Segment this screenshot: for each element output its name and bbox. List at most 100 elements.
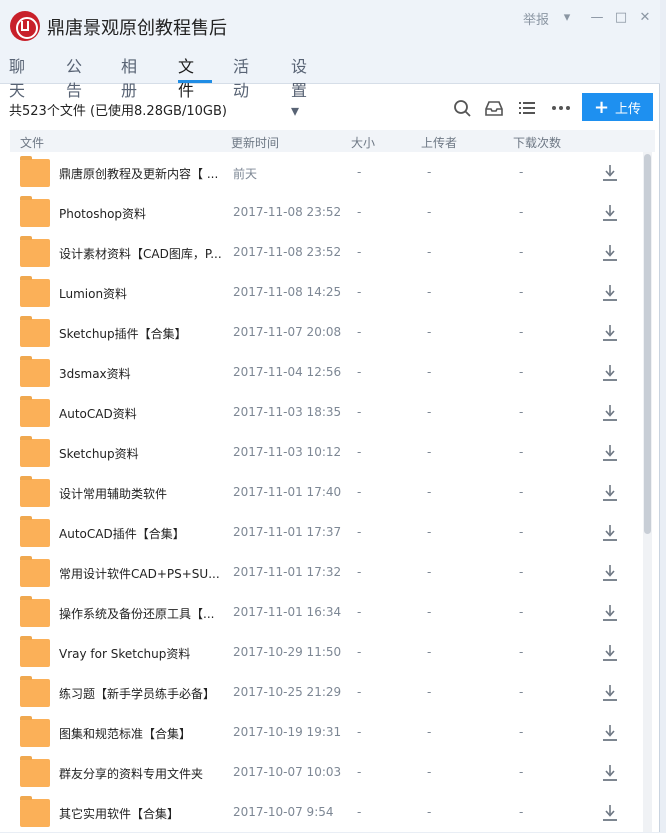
download-icon[interactable] (602, 484, 618, 502)
file-size: - (357, 805, 362, 819)
file-download-count: - (519, 405, 524, 419)
file-name[interactable]: 常用设计软件CAD+PS+SU... (59, 565, 227, 582)
file-row[interactable]: Lumion资料 2017-11-08 14:25 - - - (10, 273, 635, 313)
search-icon[interactable] (451, 97, 473, 119)
download-icon[interactable] (602, 244, 618, 262)
file-row[interactable]: 图集和规范标准【合集】 2017-10-19 19:31 - - - (10, 713, 635, 753)
list-view-icon[interactable] (516, 97, 538, 119)
download-icon[interactable] (602, 684, 618, 702)
download-icon[interactable] (602, 524, 618, 542)
more-icon[interactable] (550, 97, 572, 119)
file-updated-time: 2017-10-25 21:29 (233, 685, 342, 699)
vertical-scrollbar[interactable] (643, 152, 652, 832)
file-row[interactable]: 设计素材资料【CAD图库，P... 2017-11-08 23:52 - - - (10, 233, 635, 273)
file-uploader: - (427, 645, 432, 659)
file-updated-time: 2017-11-03 10:12 (233, 445, 342, 459)
file-name[interactable]: 设计常用辅助类软件 (59, 485, 227, 502)
file-row[interactable]: Sketchup插件【合集】 2017-11-07 20:08 - - - (10, 313, 635, 353)
file-size: - (357, 245, 362, 259)
folder-icon (20, 396, 50, 427)
file-name[interactable]: Sketchup资料 (59, 445, 227, 462)
file-name[interactable]: 设计素材资料【CAD图库，P... (59, 245, 227, 262)
file-name[interactable]: 鼎唐原创教程及更新内容【 ... (59, 165, 227, 182)
download-icon[interactable] (602, 324, 618, 342)
file-uploader: - (427, 405, 432, 419)
inbox-icon[interactable] (483, 97, 505, 119)
file-size: - (357, 365, 362, 379)
close-button[interactable]: ✕ (634, 6, 656, 28)
tab-announcement[interactable]: 公告 (66, 53, 82, 100)
file-download-count: - (519, 605, 524, 619)
file-row[interactable]: 其它实用软件【合集】 2017-10-07 9:54 - - - (10, 793, 635, 833)
column-uploader[interactable]: 上传者 (421, 134, 457, 151)
file-download-count: - (519, 245, 524, 259)
tab-chat[interactable]: 聊天 (9, 53, 25, 100)
folder-icon (20, 516, 50, 547)
tab-activity[interactable]: 活动 (233, 53, 249, 100)
file-name[interactable]: Lumion资料 (59, 285, 227, 302)
file-row[interactable]: Sketchup资料 2017-11-03 10:12 - - - (10, 433, 635, 473)
download-icon[interactable] (602, 604, 618, 622)
download-icon[interactable] (602, 764, 618, 782)
file-row[interactable]: 群友分享的资料专用文件夹 2017-10-07 10:03 - - - (10, 753, 635, 793)
minimize-button[interactable]: — (586, 6, 608, 28)
tab-album[interactable]: 相册 (121, 53, 137, 100)
folder-icon (20, 756, 50, 787)
file-row[interactable]: 鼎唐原创教程及更新内容【 ... 前天 - - - (10, 153, 635, 193)
column-size[interactable]: 大小 (351, 134, 375, 151)
column-updated[interactable]: 更新时间 (231, 134, 279, 151)
file-uploader: - (427, 285, 432, 299)
file-name[interactable]: 图集和规范标准【合集】 (59, 725, 227, 742)
file-row[interactable]: Photoshop资料 2017-11-08 23:52 - - - (10, 193, 635, 233)
file-row[interactable]: AutoCAD资料 2017-11-03 18:35 - - - (10, 393, 635, 433)
file-row[interactable]: Vray for Sketchup资料 2017-10-29 11:50 - - - (10, 633, 635, 673)
download-icon[interactable] (602, 164, 618, 182)
file-name[interactable]: 群友分享的资料专用文件夹 (59, 765, 227, 782)
file-download-count: - (519, 805, 524, 819)
download-icon[interactable] (602, 284, 618, 302)
file-updated-time: 2017-11-07 20:08 (233, 325, 342, 339)
column-file[interactable]: 文件 (20, 134, 44, 151)
file-row[interactable]: 设计常用辅助类软件 2017-11-01 17:40 - - - (10, 473, 635, 513)
file-uploader: - (427, 165, 432, 179)
file-row[interactable]: 常用设计软件CAD+PS+SU... 2017-11-01 17:32 - - - (10, 553, 635, 593)
download-icon[interactable] (602, 644, 618, 662)
download-icon[interactable] (602, 204, 618, 222)
download-icon[interactable] (602, 804, 618, 822)
file-row[interactable]: 操作系统及备份还原工具【... 2017-11-01 16:34 - - - (10, 593, 635, 633)
download-icon[interactable] (602, 724, 618, 742)
file-name[interactable]: 练习题【新手学员练手必备】 (59, 685, 227, 702)
file-name[interactable]: Photoshop资料 (59, 205, 227, 222)
file-size: - (357, 285, 362, 299)
file-download-count: - (519, 565, 524, 579)
file-updated-time: 2017-11-03 18:35 (233, 405, 342, 419)
file-download-count: - (519, 325, 524, 339)
file-row[interactable]: 练习题【新手学员练手必备】 2017-10-25 21:29 - - - (10, 673, 635, 713)
menu-dropdown-icon[interactable]: ▾ (556, 6, 578, 28)
file-name[interactable]: Sketchup插件【合集】 (59, 325, 227, 342)
file-download-count: - (519, 285, 524, 299)
file-name[interactable]: 操作系统及备份还原工具【... (59, 605, 227, 622)
file-uploader: - (427, 805, 432, 819)
report-button[interactable]: 举报 (523, 9, 549, 28)
scrollbar-thumb[interactable] (644, 154, 651, 534)
tab-settings[interactable]: 设置 ▾ (291, 53, 307, 120)
file-download-count: - (519, 445, 524, 459)
download-icon[interactable] (602, 404, 618, 422)
column-downloads[interactable]: 下载次数 (513, 134, 561, 151)
file-row[interactable]: 3dsmax资料 2017-11-04 12:56 - - - (10, 353, 635, 393)
file-name[interactable]: 3dsmax资料 (59, 365, 227, 382)
file-name[interactable]: 其它实用软件【合集】 (59, 805, 227, 822)
upload-button[interactable]: + 上传 (582, 93, 653, 121)
download-icon[interactable] (602, 364, 618, 382)
file-row[interactable]: AutoCAD插件【合集】 2017-11-01 17:37 - - - (10, 513, 635, 553)
maximize-button[interactable]: □ (610, 6, 632, 28)
file-name[interactable]: AutoCAD资料 (59, 405, 227, 422)
download-icon[interactable] (602, 444, 618, 462)
folder-icon (20, 676, 50, 707)
file-size: - (357, 765, 362, 779)
file-name[interactable]: AutoCAD插件【合集】 (59, 525, 227, 542)
file-name[interactable]: Vray for Sketchup资料 (59, 645, 227, 662)
download-icon[interactable] (602, 564, 618, 582)
file-updated-time: 2017-10-29 11:50 (233, 645, 342, 659)
